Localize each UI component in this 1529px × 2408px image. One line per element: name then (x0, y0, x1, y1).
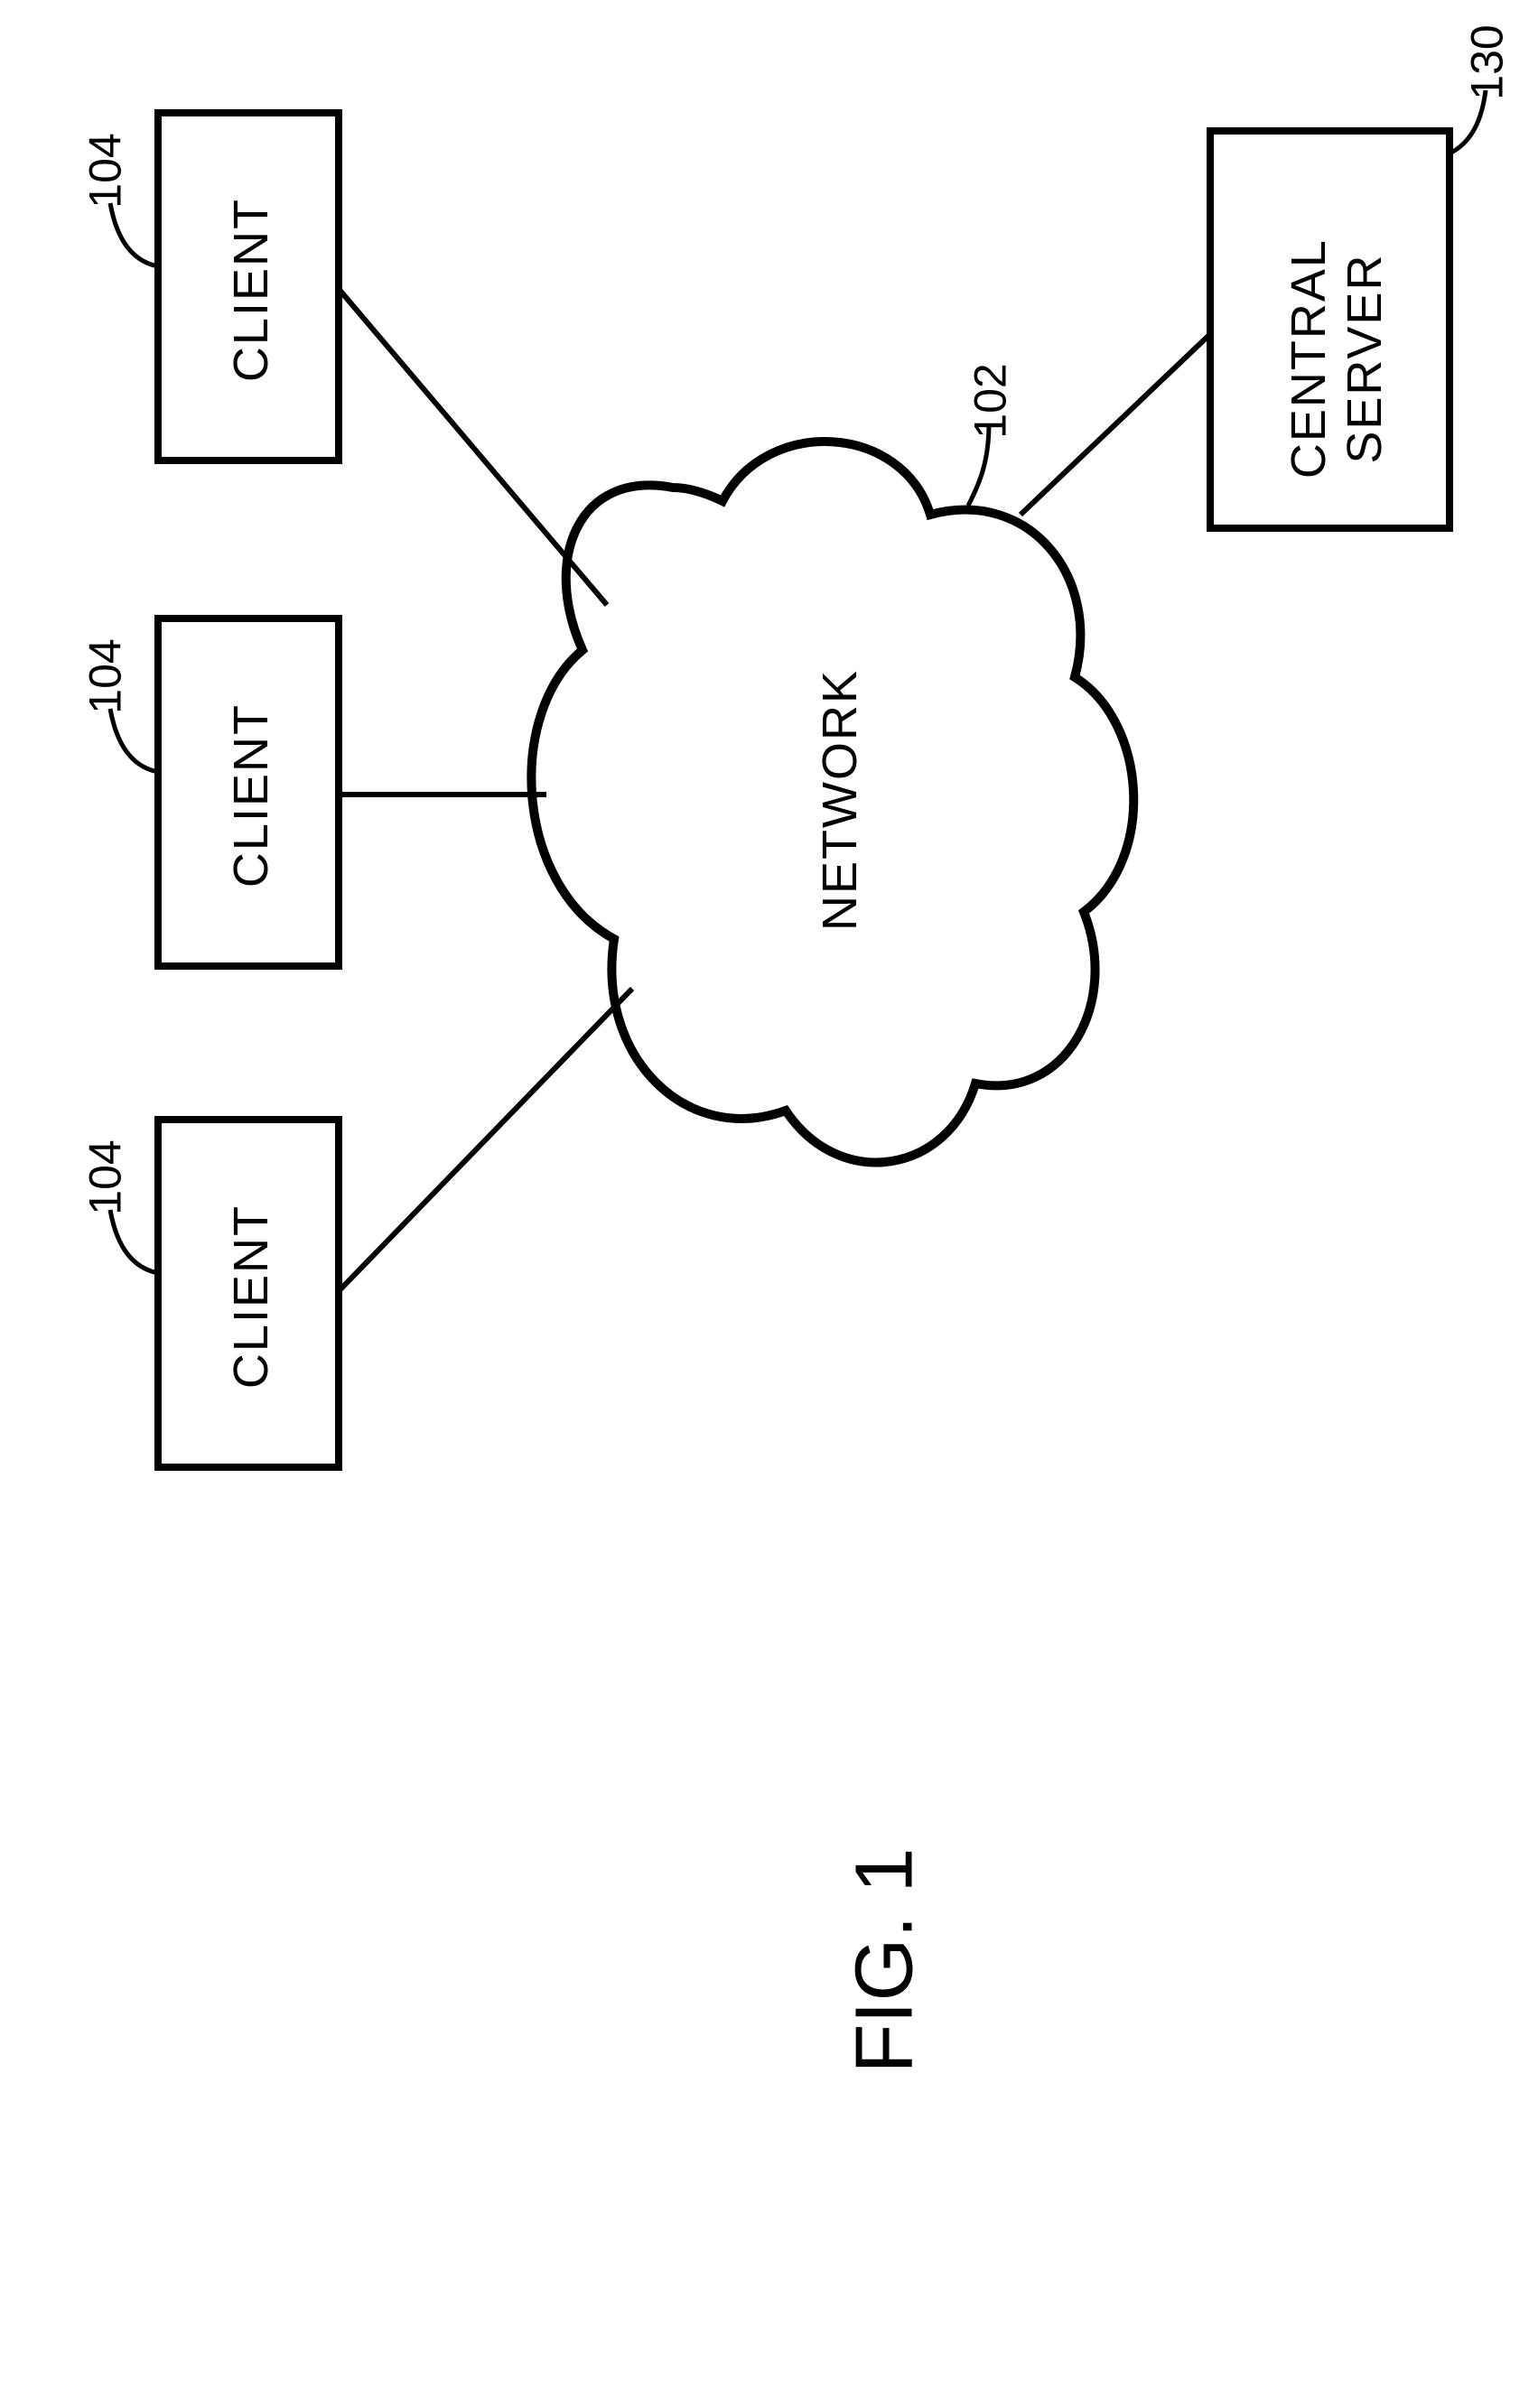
client3-ref: 104 (79, 1139, 132, 1214)
network-label: NETWORK (812, 655, 868, 944)
edge-client1-network (339, 289, 607, 605)
client2-ref: 104 (79, 638, 132, 713)
leader-client2 (110, 709, 158, 772)
leader-client3 (110, 1210, 158, 1273)
client1-ref: 104 (79, 133, 132, 208)
client3-label: CLIENT (223, 1197, 279, 1396)
server-label: CENTRAL SERVER (1281, 223, 1393, 494)
edge-client3-network (339, 989, 632, 1291)
edge-network-server (1021, 334, 1210, 515)
leader-client1 (110, 203, 158, 266)
diagram-canvas: CLIENT CLIENT CLIENT 104 104 104 NETWORK… (0, 0, 1529, 2408)
figure-caption: FIG. 1 (839, 1826, 932, 2097)
client1-label: CLIENT (223, 191, 279, 389)
server-ref: 130 (1461, 24, 1514, 99)
network-ref: 102 (965, 363, 1017, 438)
client2-label: CLIENT (223, 696, 279, 895)
